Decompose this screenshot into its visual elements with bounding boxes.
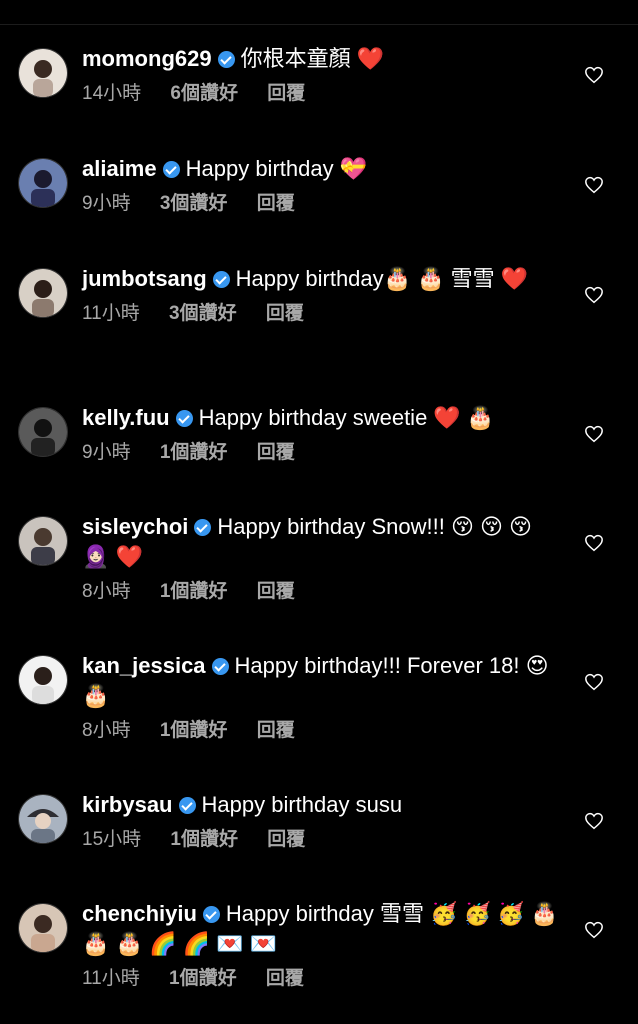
verified-badge-icon bbox=[202, 906, 220, 923]
heart-outline-icon[interactable] bbox=[584, 176, 604, 194]
avatar[interactable] bbox=[18, 407, 68, 457]
comment-username[interactable]: jumbotsang bbox=[82, 266, 207, 291]
avatar[interactable] bbox=[18, 903, 68, 953]
comment-likes[interactable]: 1個讚好 bbox=[170, 829, 238, 850]
comment-text: 你根本童顏 ❤️ bbox=[240, 46, 385, 71]
reply-button[interactable]: 回覆 bbox=[257, 720, 295, 741]
reply-button[interactable]: 回覆 bbox=[257, 442, 295, 463]
verified-badge-icon bbox=[194, 519, 212, 536]
top-divider bbox=[0, 0, 638, 25]
comment-likes[interactable]: 6個讚好 bbox=[170, 83, 238, 104]
reply-button[interactable]: 回覆 bbox=[257, 193, 295, 214]
avatar[interactable] bbox=[18, 655, 68, 705]
verified-badge-icon bbox=[212, 271, 230, 288]
heart-outline-icon[interactable] bbox=[584, 425, 604, 443]
reply-button[interactable]: 回覆 bbox=[257, 581, 295, 602]
comment-username[interactable]: kirbysau bbox=[82, 792, 173, 817]
heart-outline-icon[interactable] bbox=[584, 534, 604, 552]
comment-time: 15小時 bbox=[82, 829, 142, 850]
comment-username[interactable]: aliaime bbox=[82, 156, 157, 181]
heart-outline-icon[interactable] bbox=[584, 66, 604, 84]
reply-button[interactable]: 回覆 bbox=[266, 303, 304, 324]
comment-likes[interactable]: 3個讚好 bbox=[169, 303, 237, 324]
comment-time: 14小時 bbox=[82, 83, 142, 104]
comment-username[interactable]: kelly.fuu bbox=[82, 405, 170, 430]
comment-text: Happy birthday sweetie ❤️ 🎂 bbox=[198, 405, 495, 430]
comment-text: Happy birthday susu bbox=[201, 792, 403, 817]
comment-username[interactable]: momong629 bbox=[82, 46, 212, 71]
comment-username[interactable]: kan_jessica bbox=[82, 653, 206, 678]
comment-likes[interactable]: 1個讚好 bbox=[160, 581, 228, 602]
verified-badge-icon bbox=[162, 161, 180, 178]
reply-button[interactable]: 回覆 bbox=[266, 968, 304, 989]
verified-badge-icon bbox=[211, 658, 229, 675]
comment-time: 11小時 bbox=[82, 303, 140, 324]
comment-time: 11小時 bbox=[82, 968, 140, 989]
avatar[interactable] bbox=[18, 268, 68, 318]
comment-username[interactable]: chenchiyiu bbox=[82, 901, 197, 926]
comment-likes[interactable]: 1個讚好 bbox=[160, 442, 228, 463]
comment-time: 8小時 bbox=[82, 720, 131, 741]
avatar[interactable] bbox=[18, 794, 68, 844]
avatar[interactable] bbox=[18, 516, 68, 566]
comment-text: Happy birthday🎂 🎂 雪雪 ❤️ bbox=[235, 266, 529, 291]
avatar[interactable] bbox=[18, 158, 68, 208]
comment-likes[interactable]: 1個讚好 bbox=[160, 720, 228, 741]
comment-time: 8小時 bbox=[82, 581, 131, 602]
avatar[interactable] bbox=[18, 48, 68, 98]
reply-button[interactable]: 回覆 bbox=[267, 829, 305, 850]
heart-outline-icon[interactable] bbox=[584, 812, 604, 830]
comment-time: 9小時 bbox=[82, 442, 131, 463]
reply-button[interactable]: 回覆 bbox=[267, 83, 305, 104]
comment-time: 9小時 bbox=[82, 193, 131, 214]
comment-username[interactable]: sisleychoi bbox=[82, 514, 188, 539]
verified-badge-icon bbox=[178, 797, 196, 814]
verified-badge-icon bbox=[217, 51, 235, 68]
comment-likes[interactable]: 3個讚好 bbox=[160, 193, 228, 214]
comment-text: Happy birthday 💝 bbox=[185, 156, 368, 181]
heart-outline-icon[interactable] bbox=[584, 921, 604, 939]
heart-outline-icon[interactable] bbox=[584, 673, 604, 691]
heart-outline-icon[interactable] bbox=[584, 286, 604, 304]
verified-badge-icon bbox=[175, 410, 193, 427]
comment-likes[interactable]: 1個讚好 bbox=[169, 968, 237, 989]
